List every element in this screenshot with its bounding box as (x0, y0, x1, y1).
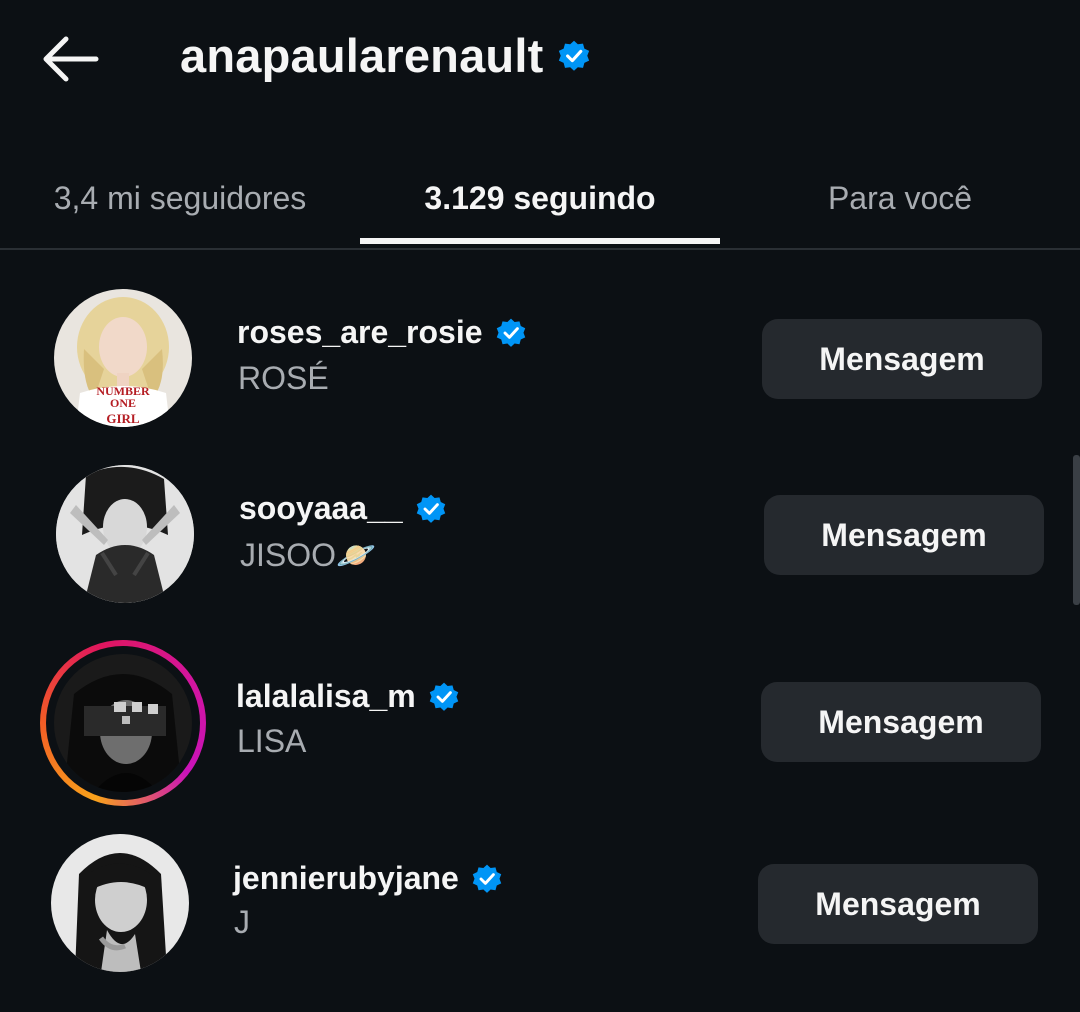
account-username[interactable]: lalalalisa_m (236, 678, 416, 715)
account-username-row[interactable]: roses_are_rosie (237, 314, 527, 351)
list-item[interactable]: lalalalisa_m LISA Mensagem (0, 636, 1080, 806)
tab-followers[interactable]: 3,4 mi seguidores (0, 150, 360, 246)
verified-badge-icon (429, 682, 458, 711)
account-username-row[interactable]: sooyaaa__ (239, 490, 447, 527)
avatar[interactable]: NUMBER ONE GIRL (54, 289, 192, 427)
tab-following[interactable]: 3.129 seguindo (360, 150, 720, 246)
account-username[interactable]: sooyaaa__ (239, 490, 403, 527)
message-button[interactable]: Mensagem (761, 682, 1041, 762)
verified-badge-icon (416, 494, 445, 523)
account-username[interactable]: jennierubyjane (233, 860, 459, 897)
avatar[interactable] (56, 465, 194, 603)
avatar[interactable] (51, 834, 189, 972)
back-arrow-icon[interactable] (40, 34, 100, 84)
verified-badge-icon (496, 318, 525, 347)
profile-title: anapaularenault (180, 28, 591, 83)
message-button[interactable]: Mensagem (764, 495, 1044, 575)
profile-username: anapaularenault (180, 29, 544, 82)
top-bar: anapaularenault (0, 0, 1080, 118)
account-username[interactable]: roses_are_rosie (237, 314, 483, 351)
message-button[interactable]: Mensagem (758, 864, 1038, 944)
account-full-name: LISA (237, 723, 307, 759)
avatar-shirt-text: ONE (110, 396, 136, 410)
scrollbar[interactable] (1073, 455, 1080, 605)
follow-tabs: 3,4 mi seguidores 3.129 seguindo Para vo… (0, 150, 1080, 250)
active-tab-indicator (360, 238, 720, 244)
avatar-shirt-text: GIRL (106, 411, 140, 426)
tab-for-you[interactable]: Para você (720, 150, 1080, 246)
list-item[interactable]: sooyaaa__ JISOO🪐 Mensagem (0, 448, 1080, 618)
list-item[interactable]: NUMBER ONE GIRL roses_are_rosie ROSÉ Men… (0, 273, 1080, 443)
account-full-name: JISOO🪐 (240, 537, 376, 573)
verified-badge-icon (559, 40, 590, 71)
account-full-name: J (234, 904, 250, 940)
message-button[interactable]: Mensagem (762, 319, 1042, 399)
verified-badge-icon (472, 864, 502, 893)
list-item[interactable]: jennierubyjane J Mensagem (0, 818, 1080, 988)
account-full-name: ROSÉ (238, 360, 329, 396)
account-username-row[interactable]: lalalalisa_m (236, 678, 460, 715)
story-ring[interactable] (40, 640, 206, 806)
avatar[interactable] (54, 654, 192, 792)
account-username-row[interactable]: jennierubyjane (233, 860, 503, 897)
